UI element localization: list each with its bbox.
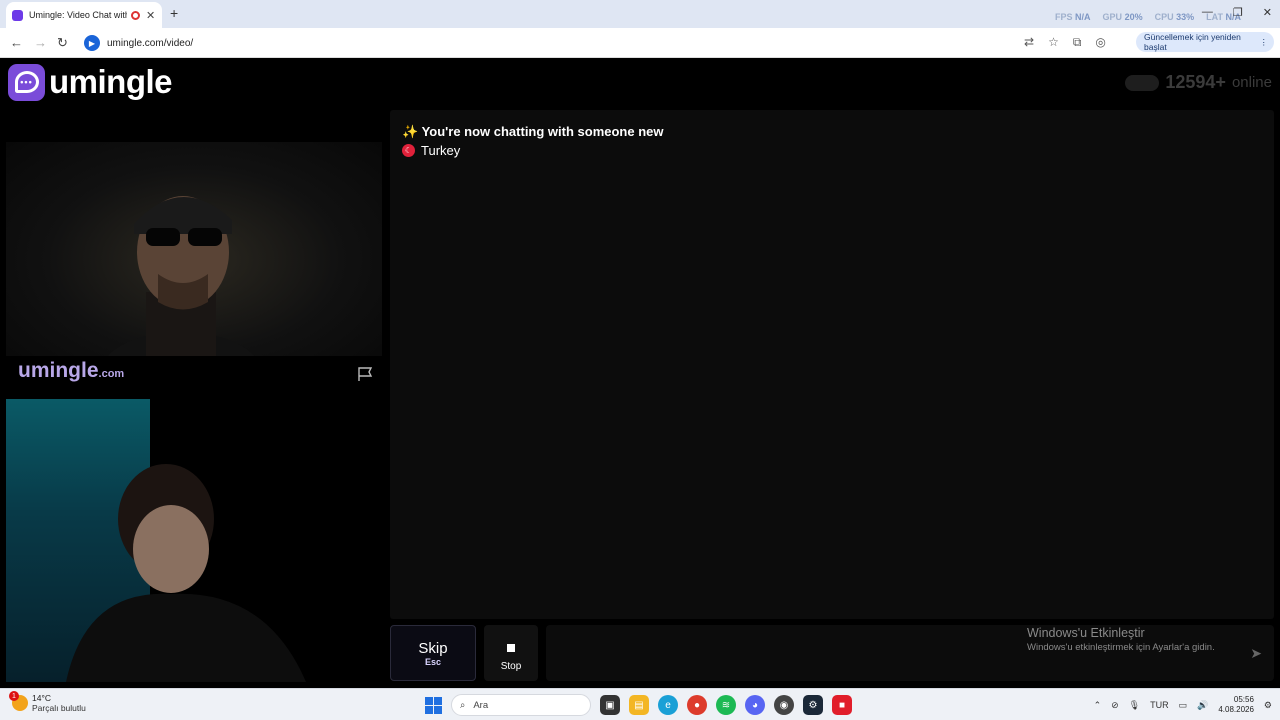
chat-status-message: You're now chatting with someone new: [421, 124, 664, 139]
chat-country: Turkey: [421, 143, 461, 158]
weather-widget[interactable]: 1 14°C Parçalı bulutlu: [9, 691, 86, 713]
site-info-icon[interactable]: ▶: [84, 35, 100, 51]
notification-icon[interactable]: ⚙: [1264, 700, 1272, 711]
umingle-page: ••• umingle 12594+ online umingle.com ✨ …: [0, 58, 1280, 688]
taskbar-search[interactable]: ⌕ Ara: [451, 694, 591, 716]
spotify-icon[interactable]: ≋: [716, 695, 736, 715]
update-restart-button[interactable]: Güncellemek için yeniden başlat ⋮: [1136, 32, 1274, 52]
weather-badge: 1: [9, 691, 19, 701]
file-explorer-icon[interactable]: ▤: [629, 695, 649, 715]
sparkle-icon: ✨: [402, 124, 419, 139]
update-label: Güncellemek için yeniden başlat: [1144, 32, 1241, 52]
language-indicator[interactable]: TUR: [1150, 700, 1169, 710]
clock-date: 4.08.2026: [1218, 705, 1254, 714]
umingle-favicon-icon: [12, 9, 23, 21]
stop-icon: [507, 644, 515, 652]
url-text: umingle.com/video/: [107, 37, 194, 49]
browser-tab[interactable]: Umingle: Video Chat with S ✕: [6, 2, 162, 28]
windows-activation-watermark: Windows'u Etkinleştir Windows'u etkinleş…: [1027, 626, 1215, 653]
taskbar-clock[interactable]: 05:56 4.08.2026: [1218, 695, 1254, 715]
search-placeholder: Ara: [473, 699, 489, 711]
activation-subtitle: Windows'u etkinleştirmek için Ayarlar'a …: [1027, 642, 1215, 653]
weather-temp: 14°C: [32, 693, 51, 703]
stop-button[interactable]: Stop: [484, 625, 538, 681]
chat-country-line: ☾ Turkey: [402, 143, 460, 158]
system-tray: ⌃ ⊘ 🎙 TUR ▭ 🔊 05:56 4.08.2026 ⚙: [1094, 695, 1272, 715]
forward-icon[interactable]: →: [34, 35, 47, 50]
search-icon: ⌕: [460, 699, 466, 711]
chrome-icon[interactable]: ●: [687, 695, 707, 715]
extensions-icon[interactable]: ⧉: [1073, 35, 1082, 50]
minimize-icon[interactable]: —: [1202, 6, 1213, 19]
watermark-main: umingle: [18, 359, 99, 382]
close-tab-icon[interactable]: ✕: [146, 9, 155, 22]
obs-icon[interactable]: ◉: [774, 695, 794, 715]
fps-value: N/A: [1075, 12, 1091, 22]
translate-icon[interactable]: ⇄: [1024, 35, 1034, 50]
cpu-label: CPU: [1154, 12, 1174, 22]
wifi-icon[interactable]: ▭: [1179, 700, 1188, 711]
volume-icon[interactable]: 🔊: [1197, 700, 1208, 711]
flag-icon[interactable]: [356, 366, 374, 382]
browser-tab-bar: Umingle: Video Chat with S ✕ + FPS N/A G…: [0, 0, 1280, 28]
weather-condition: Parçalı bulutlu: [32, 703, 86, 713]
fps-label: FPS: [1055, 12, 1073, 22]
umingle-logo[interactable]: ••• umingle: [8, 63, 173, 101]
recording-icon: [131, 10, 140, 20]
bookmark-star-icon[interactable]: ☆: [1048, 35, 1059, 50]
logo-text: umingle: [49, 63, 173, 100]
window-controls: — ❐ ✕: [1202, 6, 1272, 19]
url-field[interactable]: ▶ umingle.com/video/: [80, 31, 1010, 55]
menu-dots-icon[interactable]: ⋮: [1260, 37, 1269, 48]
clock-time: 05:56: [1233, 695, 1254, 704]
stranger-video-frame: [107, 196, 255, 356]
windows-taskbar: 1 14°C Parçalı bulutlu ⌕ Ara ▣ ▤ e ● ≋ ◕…: [0, 688, 1280, 720]
online-count: 12594+: [1165, 72, 1226, 92]
stranger-video: [6, 142, 382, 356]
skip-button[interactable]: Skip Esc: [390, 625, 476, 681]
recorder-app-icon[interactable]: ■: [832, 695, 852, 715]
close-window-icon[interactable]: ✕: [1263, 6, 1272, 19]
steam-icon[interactable]: ⚙: [803, 695, 823, 715]
task-view-icon[interactable]: ▣: [600, 695, 620, 715]
cpu-value: 33%: [1176, 12, 1195, 22]
gpu-value: 20%: [1124, 12, 1143, 22]
online-indicator: 12594+ online: [1125, 72, 1272, 93]
discord-icon[interactable]: ◕: [745, 695, 765, 715]
tab-title: Umingle: Video Chat with S: [29, 10, 127, 20]
reload-icon[interactable]: ↻: [57, 35, 68, 51]
umingle-watermark: umingle.com: [18, 359, 124, 383]
edge-icon[interactable]: e: [658, 695, 678, 715]
online-label: online: [1231, 74, 1272, 91]
taskbar-apps: ⌕ Ara ▣ ▤ e ● ≋ ◕ ◉ ⚙ ■: [425, 694, 852, 716]
logo-chat-bubble-icon: •••: [8, 63, 45, 101]
network-off-icon[interactable]: ⊘: [1111, 700, 1119, 711]
profile-icon[interactable]: ◎: [1095, 35, 1105, 50]
weather-sun-icon: 1: [9, 691, 28, 711]
watermark-suffix: .com: [98, 368, 125, 380]
tray-overflow-icon[interactable]: ⌃: [1094, 700, 1102, 711]
gpu-label: GPU: [1102, 12, 1123, 22]
skip-label: Skip: [418, 640, 448, 657]
microphone-icon[interactable]: 🎙: [1129, 700, 1140, 711]
address-bar: ← → ↻ ▶ umingle.com/video/ ⇄ ☆ ⧉ ◎ Günce…: [0, 28, 1280, 58]
new-tab-button[interactable]: +: [170, 5, 178, 21]
windows-start-icon[interactable]: [425, 696, 442, 714]
chat-panel: ✨ You're now chatting with someone new ☾…: [390, 110, 1274, 619]
activation-title: Windows'u Etkinleştir: [1027, 626, 1145, 640]
self-video-person: [66, 464, 306, 682]
stop-label: Stop: [500, 661, 522, 672]
address-bar-actions: ⇄ ☆ ⧉ ◎: [1024, 35, 1106, 50]
restore-icon[interactable]: ❐: [1233, 6, 1243, 19]
online-toggle[interactable]: [1125, 74, 1160, 91]
turkey-flag-icon: ☾: [402, 144, 415, 157]
skip-shortcut: Esc: [424, 657, 441, 667]
send-icon[interactable]: ➤: [1250, 645, 1262, 662]
chat-status-line: ✨ You're now chatting with someone new: [402, 124, 664, 140]
self-video: [6, 399, 382, 682]
back-icon[interactable]: ←: [10, 35, 23, 50]
